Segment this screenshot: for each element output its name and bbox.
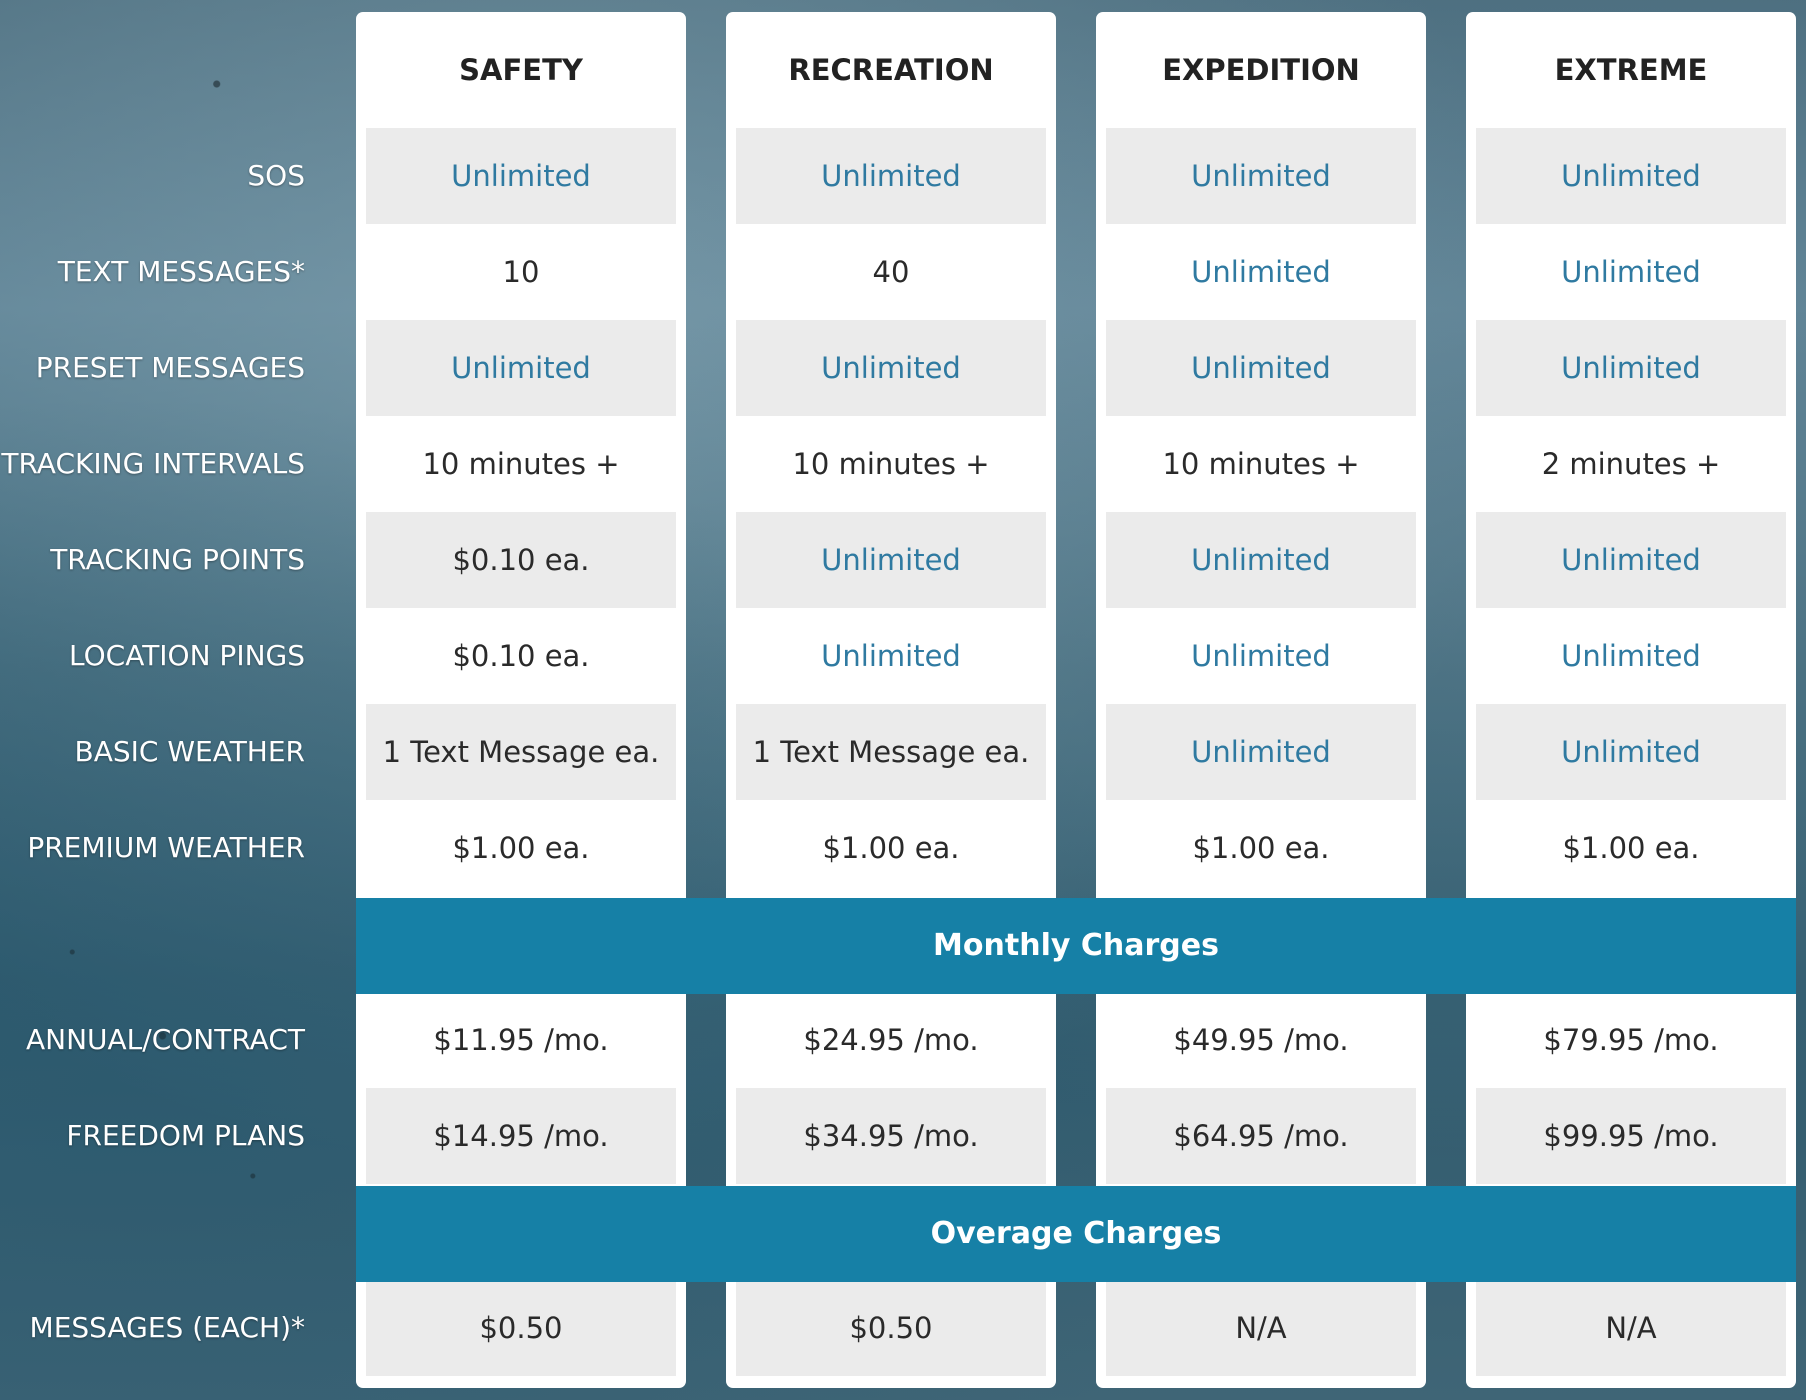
plan-cell: 10 <box>502 255 540 289</box>
plan-cell: Unlimited <box>736 320 1046 416</box>
plan-cell: Unlimited <box>1191 639 1331 673</box>
row-label-location-pings: LOCATION PINGS <box>69 639 305 672</box>
plan-cell: $14.95 /mo. <box>366 1088 676 1184</box>
plan-name: EXPEDITION <box>1162 53 1360 87</box>
row-label-text-messages: TEXT MESSAGES* <box>57 255 305 288</box>
plan-cell: $0.10 ea. <box>452 639 590 673</box>
plan-cell: $24.95 /mo. <box>803 1023 979 1057</box>
plan-cell: Unlimited <box>1106 512 1416 608</box>
monthly-charges-header: Monthly Charges <box>356 898 1796 994</box>
plan-name: SAFETY <box>459 53 583 87</box>
plan-cell: Unlimited <box>366 320 676 416</box>
plan-cell: $1.00 ea. <box>452 831 590 865</box>
plan-cell: Unlimited <box>736 128 1046 224</box>
plan-cell: $64.95 /mo. <box>1106 1088 1416 1184</box>
row-label-freedom-plans: FREEDOM PLANS <box>66 1119 305 1152</box>
plan-name: RECREATION <box>788 53 994 87</box>
plan-cell: Unlimited <box>1476 128 1786 224</box>
row-label-sos: SOS <box>247 159 305 192</box>
plan-cell: Unlimited <box>1106 320 1416 416</box>
row-label-tracking-points: TRACKING POINTS <box>50 543 305 576</box>
plan-cell: 1 Text Message ea. <box>736 704 1046 800</box>
plan-cell: 2 minutes + <box>1541 447 1721 481</box>
plan-cell: Unlimited <box>821 639 961 673</box>
row-label-basic-weather: BASIC WEATHER <box>74 735 305 768</box>
plan-cell: $99.95 /mo. <box>1476 1088 1786 1184</box>
plan-cell: $79.95 /mo. <box>1543 1023 1719 1057</box>
plan-cell: $1.00 ea. <box>822 831 960 865</box>
row-label-premium-weather: PREMIUM WEATHER <box>27 831 305 864</box>
plan-cell: $0.10 ea. <box>366 512 676 608</box>
plan-cell: N/A <box>1106 1280 1416 1376</box>
plan-cell: Unlimited <box>1106 128 1416 224</box>
row-label-preset-messages: PRESET MESSAGES <box>35 351 305 384</box>
plan-cell: Unlimited <box>1561 639 1701 673</box>
plan-cell: Unlimited <box>1476 320 1786 416</box>
plan-cell: Unlimited <box>1476 512 1786 608</box>
plan-cell: 40 <box>872 255 910 289</box>
plan-cell: Unlimited <box>1106 704 1416 800</box>
plan-cell: $34.95 /mo. <box>736 1088 1046 1184</box>
plan-cell: Unlimited <box>366 128 676 224</box>
plan-cell: $0.50 <box>366 1280 676 1376</box>
plan-cell: $49.95 /mo. <box>1173 1023 1349 1057</box>
plan-name: EXTREME <box>1554 53 1708 87</box>
plan-cell: 1 Text Message ea. <box>366 704 676 800</box>
plan-card-extreme: EXTREME Unlimited Unlimited Unlimited 2 … <box>1466 12 1796 1388</box>
plan-cell: $1.00 ea. <box>1562 831 1700 865</box>
plan-cell: $1.00 ea. <box>1192 831 1330 865</box>
plan-cell: Unlimited <box>1561 255 1701 289</box>
plan-cell: Unlimited <box>1191 255 1331 289</box>
plan-card-expedition: EXPEDITION Unlimited Unlimited Unlimited… <box>1096 12 1426 1388</box>
row-label-tracking-intervals: TRACKING INTERVALS <box>1 447 305 480</box>
plan-cell: N/A <box>1476 1280 1786 1376</box>
plan-card-recreation: RECREATION Unlimited 40 Unlimited 10 min… <box>726 12 1056 1388</box>
plan-cell: 10 minutes + <box>792 447 990 481</box>
row-label-messages-each: MESSAGES (EACH)* <box>29 1311 305 1344</box>
plan-cell: Unlimited <box>736 512 1046 608</box>
overage-charges-header: Overage Charges <box>356 1186 1796 1282</box>
plan-cell: $11.95 /mo. <box>433 1023 609 1057</box>
row-label-annual-contract: ANNUAL/CONTRACT <box>25 1023 305 1056</box>
plan-card-safety: SAFETY Unlimited 10 Unlimited 10 minutes… <box>356 12 686 1388</box>
plan-cell: $0.50 <box>736 1280 1046 1376</box>
plan-comparison-table: SOS TEXT MESSAGES* PRESET MESSAGES TRACK… <box>0 0 1806 1400</box>
plan-cell: 10 minutes + <box>422 447 620 481</box>
plan-cell: 10 minutes + <box>1162 447 1360 481</box>
plan-cell: Unlimited <box>1476 704 1786 800</box>
